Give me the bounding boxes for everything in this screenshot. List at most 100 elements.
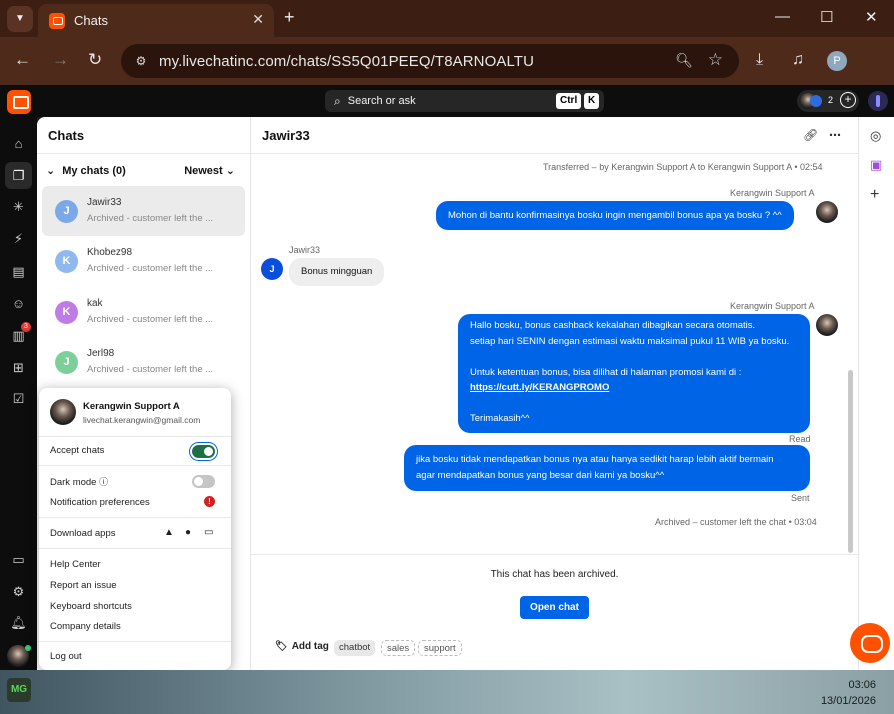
chat-avatar: K — [55, 250, 78, 273]
toggle-knob — [204, 447, 213, 456]
agents-count: 2 — [828, 95, 834, 105]
agent-message: Hallo bosku, bonus cashback kekalahan di… — [458, 314, 810, 433]
clock-date: 13/01/2026 — [820, 695, 876, 707]
tag-sales[interactable]: sales — [381, 640, 416, 656]
chats-icon[interactable]: ❐ — [5, 162, 32, 189]
url-text[interactable]: my.livechatinc.com/chats/SS5Q01PEEQ/T8AR… — [159, 53, 534, 70]
close-tab-icon[interactable]: ✕ — [252, 11, 264, 28]
right-details-rail: ◎ ▣ + — [858, 117, 894, 670]
system-clock[interactable]: 03:06 13/01/2026 — [821, 677, 876, 709]
promo-link-text[interactable]: https://cutt.ly/KERANGPROMO — [470, 382, 609, 393]
search-icon: ⌕ — [334, 93, 341, 108]
site-info-icon[interactable]: ⚙ — [131, 51, 151, 71]
billing-icon[interactable]: ▭ — [10, 552, 27, 569]
chat-list-item[interactable]: J Jawir33 Archived - customer left the .… — [42, 186, 245, 236]
customers-icon[interactable]: ☺ — [10, 296, 27, 313]
info-icon[interactable]: ⓘ — [99, 477, 108, 487]
search-bar[interactable]: ⌕ Search or ask Ctrl K — [325, 90, 604, 112]
divider — [251, 554, 858, 555]
add-tag-button[interactable]: 🏷︎ Add tag — [275, 641, 329, 652]
my-chats-filter[interactable]: ⌄ My chats (0) — [46, 164, 126, 177]
divider — [39, 641, 231, 642]
sort-dropdown[interactable]: Newest ⌄ — [184, 164, 235, 177]
close-window-icon[interactable]: ✕ — [865, 8, 878, 26]
read-status: Read — [789, 434, 811, 444]
bookmark-star-icon[interactable]: ☆ — [708, 50, 723, 70]
link-icon[interactable]: 🔗︎ — [803, 128, 818, 142]
chat-preview: Archived - customer left the ... — [87, 314, 214, 325]
home-icon[interactable]: ⌂ — [10, 136, 27, 153]
conversation-scrollbar[interactable] — [848, 370, 853, 553]
reload-icon[interactable]: ↻ — [88, 50, 102, 70]
sort-label: Newest — [184, 165, 223, 177]
kbd-k: K — [584, 93, 600, 109]
message-line: Hallo bosku, bonus cashback kekalahan di… — [470, 320, 756, 331]
zoom-icon[interactable]: 🔍︎ — [675, 52, 693, 69]
archived-message: This chat has been archived. — [490, 569, 619, 580]
more-options-icon[interactable]: ⋯ — [829, 128, 841, 142]
customer-avatar: J — [261, 258, 283, 280]
accept-chats-label: Accept chats — [50, 445, 105, 456]
android-icon[interactable]: ▲ — [164, 527, 174, 538]
chevron-down-icon: ⌄ — [225, 165, 235, 177]
tag-support[interactable]: support — [418, 640, 462, 656]
online-status-dot — [25, 645, 31, 651]
notifications-bell-icon[interactable]: 🔔︎ — [10, 615, 27, 632]
tag-chatbot[interactable]: chatbot — [334, 640, 376, 656]
clock-time: 03:06 — [848, 679, 876, 691]
sent-status: Sent — [791, 493, 810, 503]
archives-icon[interactable]: ▤ — [10, 264, 27, 281]
download-icon[interactable]: ⤓ — [756, 51, 763, 69]
apple-icon[interactable]: ● — [185, 527, 191, 538]
message-line — [470, 349, 798, 365]
conversation-panel: Jawir33 🔗︎ ⋯ Transferred – by Kerangwin … — [251, 117, 858, 670]
settings-gear-icon[interactable]: ⚙ — [10, 584, 27, 601]
tasks-icon[interactable]: ☑ — [10, 391, 27, 408]
company-details-item[interactable]: Company details — [50, 621, 121, 632]
media-control-icon[interactable]: ♫ — [792, 51, 804, 69]
back-icon[interactable]: ← — [14, 50, 31, 70]
message-line: agar mendapatkan bonus yang besar dari k… — [416, 469, 665, 481]
maximize-icon[interactable]: ☐ — [820, 8, 833, 26]
toggle-knob — [194, 477, 203, 486]
apps-icon[interactable]: ⊞ — [10, 360, 27, 377]
accept-chats-toggle[interactable] — [192, 445, 215, 458]
log-out-item[interactable]: Log out — [50, 651, 82, 662]
engage-icon[interactable]: ✳ — [10, 199, 27, 216]
keyboard-shortcuts-item[interactable]: Keyboard shortcuts — [50, 601, 132, 612]
customer-details-icon[interactable]: ◎ — [870, 128, 881, 144]
agent-name-label: Kerangwin Support A — [730, 188, 815, 198]
team-status-pill[interactable]: 2 + — [797, 90, 859, 112]
forward-icon[interactable]: → — [52, 50, 69, 70]
menu-user-name: Kerangwin Support A — [83, 401, 180, 412]
divider — [37, 153, 251, 154]
add-app-icon[interactable]: + — [870, 186, 879, 204]
promo-link[interactable]: https://cutt.ly/KERANGPROMO — [470, 380, 798, 396]
chat-preview: Archived - customer left the ... — [87, 364, 214, 375]
desktop-icon[interactable]: ▭ — [204, 527, 213, 538]
taskbar-app-icon[interactable]: MG — [7, 678, 31, 702]
automation-icon[interactable]: ⚡ — [10, 231, 27, 248]
livechat-widget-button[interactable] — [850, 623, 890, 663]
open-chat-button[interactable]: Open chat — [520, 596, 589, 619]
chat-name: Jerl98 — [87, 348, 115, 359]
chat-list-item[interactable]: K kak Archived - customer left the ... — [42, 287, 245, 337]
livechat-logo-icon[interactable] — [7, 90, 31, 114]
add-agent-icon[interactable]: + — [840, 92, 856, 108]
tab-search-dropdown-icon[interactable]: ▼ — [7, 5, 33, 32]
message-line: jika bosku tidak mendapatkan bonus nya a… — [416, 454, 774, 465]
dark-mode-toggle[interactable] — [192, 475, 215, 488]
new-tab-icon[interactable]: + — [284, 7, 295, 28]
copilot-icon[interactable] — [868, 91, 888, 111]
integration-app-icon[interactable]: ▣ — [870, 157, 882, 173]
notification-preferences-item[interactable]: Notification preferences — [50, 497, 150, 508]
customer-message: Bonus mingguan — [289, 258, 385, 286]
minimize-icon[interactable]: — — [775, 8, 790, 25]
profile-avatar[interactable]: P — [827, 51, 847, 71]
address-bar[interactable]: ⚙ my.livechatinc.com/chats/SS5Q01PEEQ/T8… — [121, 44, 739, 78]
help-center-item[interactable]: Help Center — [50, 559, 101, 570]
chat-list-item[interactable]: J Jerl98 Archived - customer left the ..… — [42, 337, 245, 387]
chat-list-item[interactable]: K Khobez98 Archived - customer left the … — [42, 236, 245, 286]
report-issue-item[interactable]: Report an issue — [50, 580, 117, 591]
browser-tab-chats[interactable]: Chats ✕ — [38, 4, 274, 37]
